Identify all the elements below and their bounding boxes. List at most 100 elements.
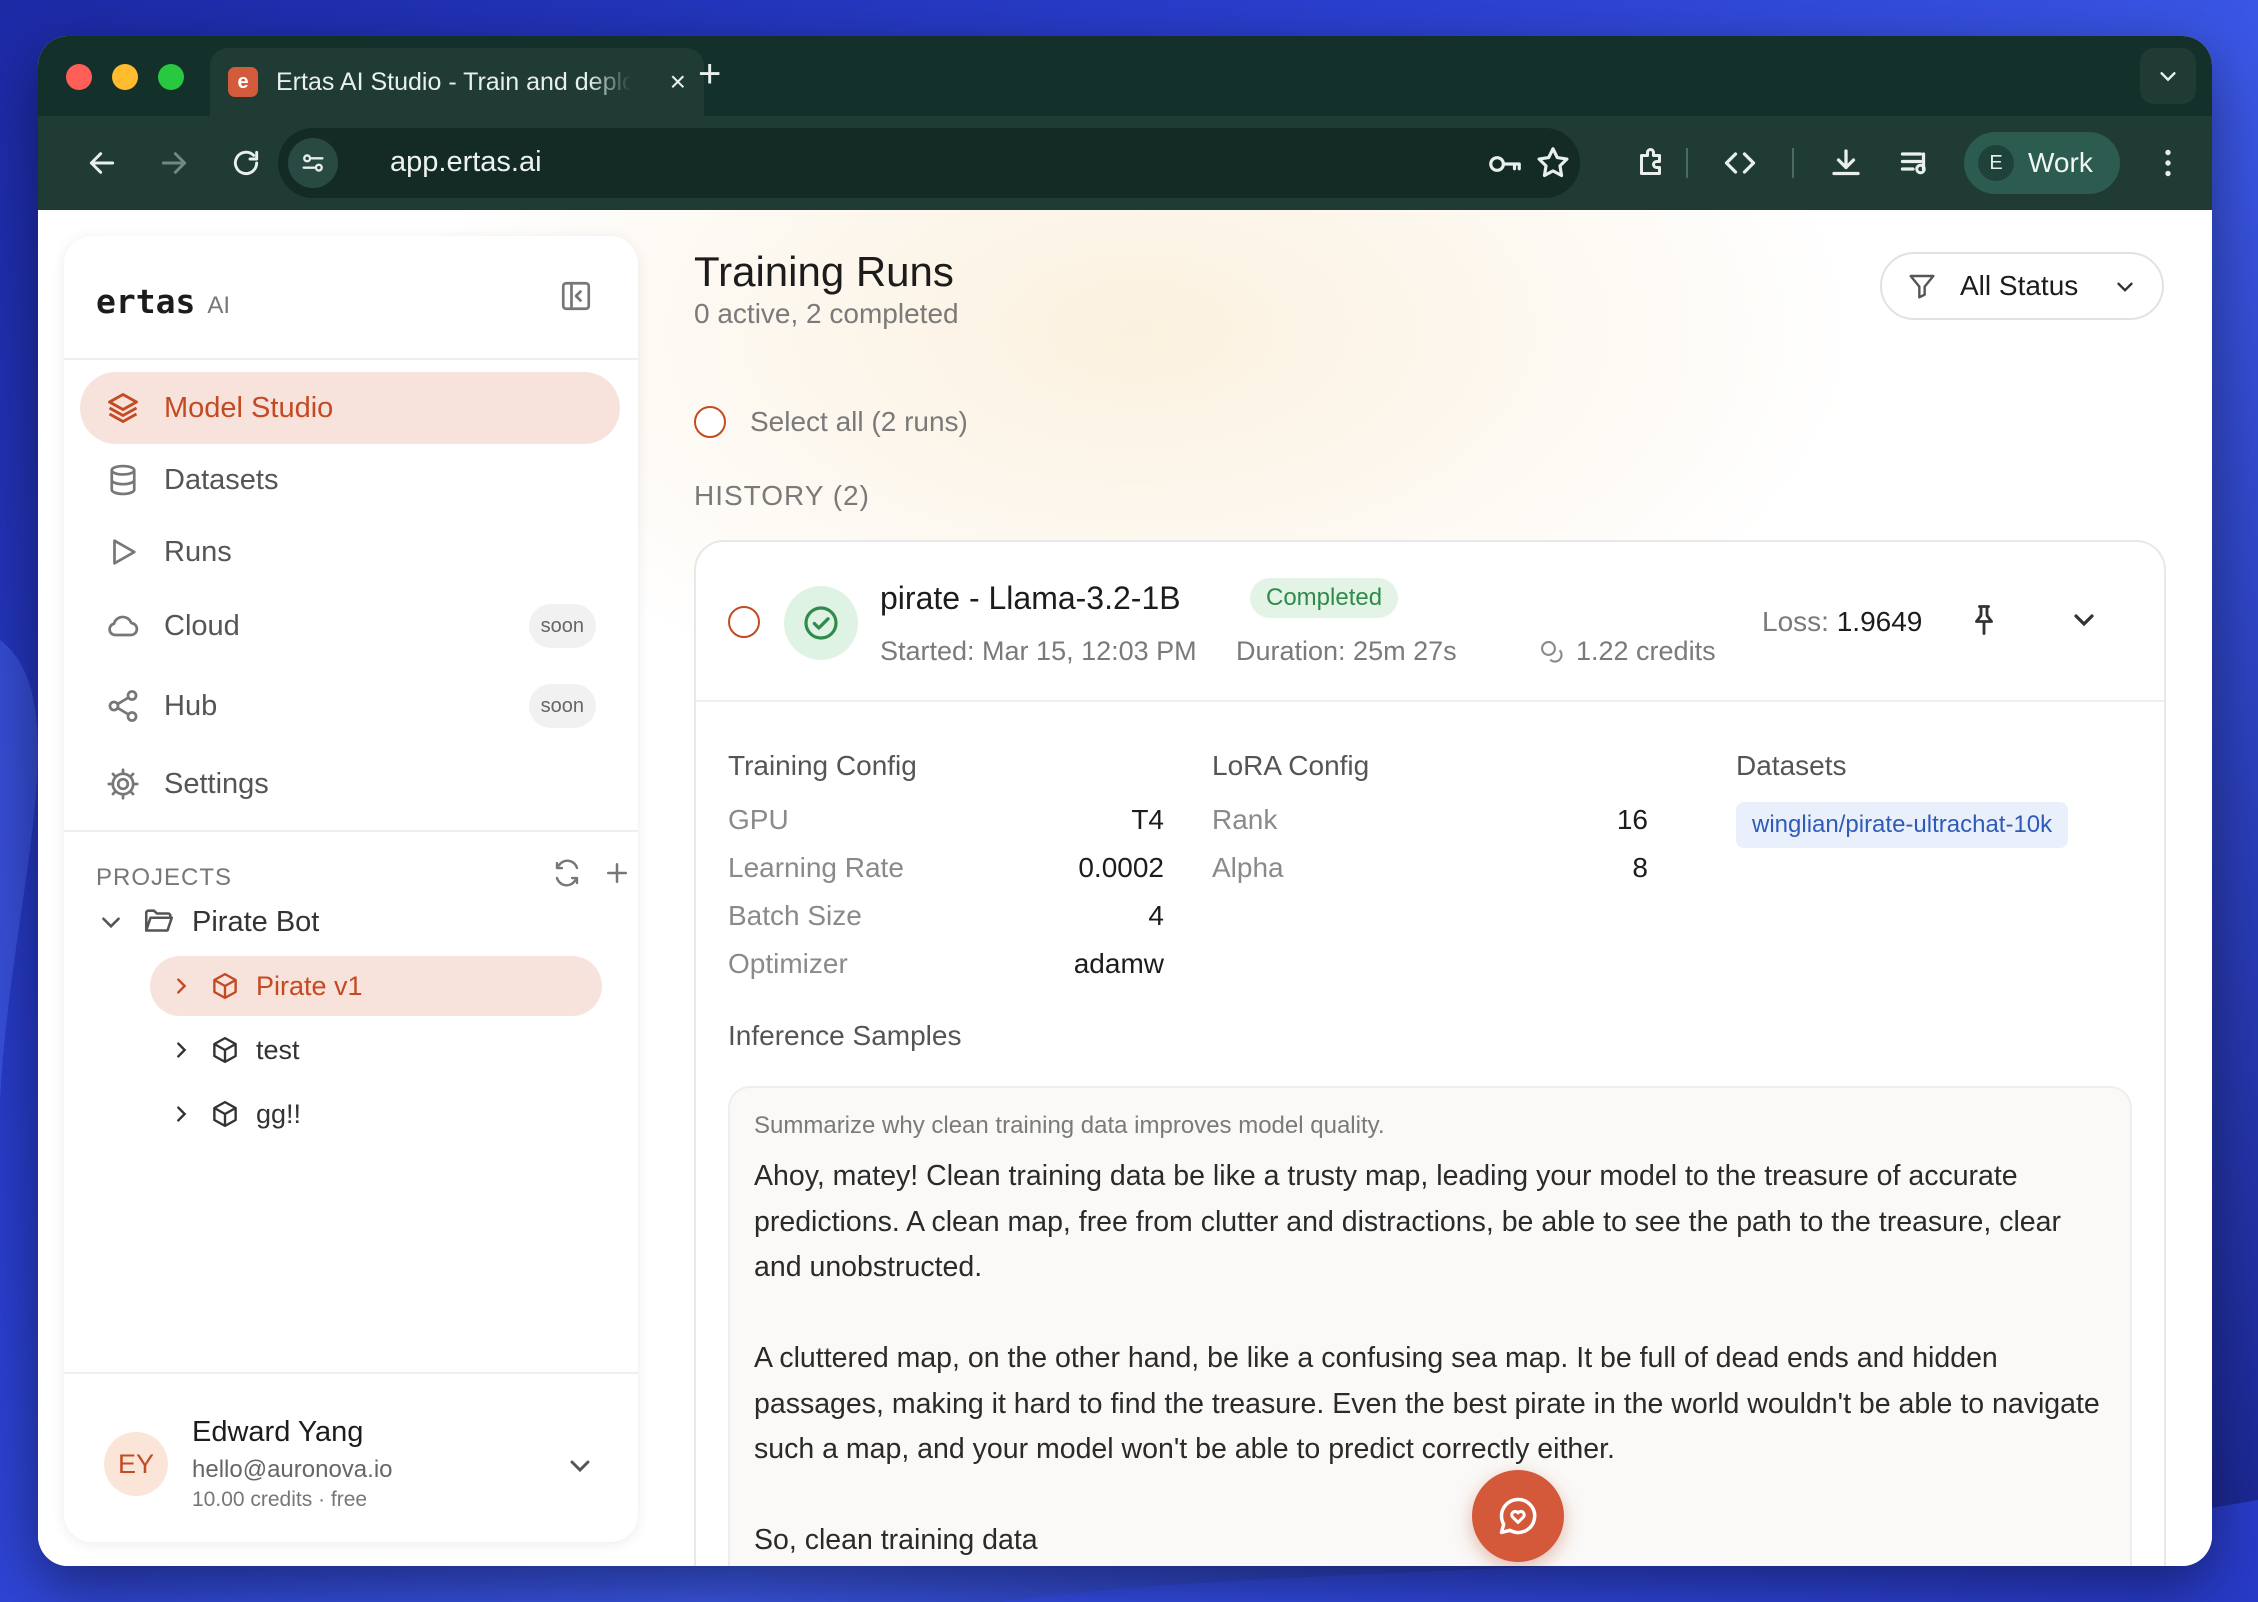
- user-avatar: EY: [104, 1432, 168, 1496]
- select-all-runs[interactable]: Select all (2 runs): [694, 406, 968, 438]
- projects-header: PROJECTS: [96, 864, 233, 891]
- tab-bar: e Ertas AI Studio - Train and deploy × +: [38, 36, 2212, 116]
- chevron-right-icon: [177, 978, 187, 994]
- user-name: Edward Yang: [192, 1416, 364, 1448]
- forward-button[interactable]: [154, 143, 194, 183]
- user-account-menu[interactable]: EY Edward Yang hello@auronova.io 10.00 c…: [64, 1372, 638, 1542]
- support-chat-button[interactable]: [1472, 1470, 1564, 1562]
- inference-response-paragraph: So, clean training data: [754, 1524, 1038, 1556]
- history-section-label: HISTORY (2): [694, 480, 870, 511]
- more-vertical-icon: [2165, 149, 2171, 177]
- run-card-header[interactable]: pirate - Llama-3.2-1B Completed Started:…: [696, 542, 2164, 702]
- run-credits: 1.22 credits: [1538, 636, 1716, 667]
- chevron-down-icon: [2117, 282, 2133, 292]
- nav-label: Cloud: [164, 609, 240, 642]
- chat-heart-icon: [1499, 1497, 1537, 1535]
- nav-item-model-studio[interactable]: Model Studio: [80, 372, 620, 444]
- play-icon: [104, 533, 142, 571]
- nav-item-hub[interactable]: Hub soon: [80, 670, 620, 742]
- address-bar[interactable]: app.ertas.ai: [278, 128, 1580, 198]
- devtools-button[interactable]: [1720, 143, 1760, 183]
- brand-logo: ertas AI: [96, 282, 230, 321]
- run-loss: Loss: 1.9649: [1762, 606, 1922, 638]
- dataset-chip[interactable]: winglian/pirate-ultrachat-10k: [1736, 802, 2069, 848]
- user-email: hello@auronova.io: [192, 1456, 393, 1483]
- pin-run-button[interactable]: [1966, 602, 2002, 638]
- coins-icon: [1541, 640, 1563, 662]
- extensions-button[interactable]: [1632, 143, 1672, 183]
- browser-tab-active[interactable]: e Ertas AI Studio - Train and deploy ×: [210, 48, 704, 116]
- loss-label: Loss:: [1762, 606, 1829, 637]
- profile-button[interactable]: E Work: [1964, 132, 2120, 194]
- project-item-pirate-v1[interactable]: Pirate v1: [150, 956, 602, 1016]
- chevron-right-icon: [177, 1106, 187, 1122]
- browser-menu-button[interactable]: [2148, 143, 2188, 183]
- nav-label: Settings: [164, 767, 269, 800]
- inference-sample-box: Summarize why clean training data improv…: [728, 1086, 2132, 1566]
- bookmark-star-icon[interactable]: [1534, 144, 1572, 187]
- nav-item-datasets[interactable]: Datasets: [80, 444, 620, 516]
- config-value: 0.0002: [1078, 852, 1164, 883]
- lora-row-rank: Rank 16: [1212, 804, 1648, 844]
- chevron-down-icon[interactable]: [564, 1450, 596, 1482]
- media-controls-button[interactable]: [1896, 143, 1936, 183]
- database-icon: [104, 461, 142, 499]
- nav-item-settings[interactable]: Settings: [80, 748, 620, 820]
- run-started: Started: Mar 15, 12:03 PM: [880, 636, 1197, 666]
- browser-toolbar: app.ertas.ai E Work: [38, 116, 2212, 210]
- chevron-down-icon: [2160, 72, 2176, 82]
- tune-icon: [302, 154, 324, 172]
- config-row-optimizer: Optimizer adamw: [728, 948, 1164, 988]
- site-settings-button[interactable]: [288, 138, 338, 188]
- tab-close-icon[interactable]: ×: [670, 68, 686, 96]
- minimize-window-button[interactable]: [112, 64, 138, 90]
- back-button[interactable]: [82, 143, 122, 183]
- new-tab-button[interactable]: +: [698, 54, 721, 94]
- select-all-radio[interactable]: [694, 406, 726, 438]
- config-row-batch-size: Batch Size 4: [728, 900, 1164, 940]
- close-window-button[interactable]: [66, 64, 92, 90]
- soon-badge: soon: [528, 604, 596, 648]
- zoom-window-button[interactable]: [158, 64, 184, 90]
- config-value: 4: [1148, 900, 1164, 931]
- password-key-icon[interactable]: [1486, 145, 1524, 188]
- profile-avatar: E: [1978, 145, 2014, 181]
- training-config-title: Training Config: [728, 750, 917, 781]
- config-row-learning-rate: Learning Rate 0.0002: [728, 852, 1164, 892]
- collapse-run-button[interactable]: [2068, 604, 2100, 636]
- project-item-label: gg!!: [256, 1098, 302, 1129]
- status-badge: Completed: [1250, 578, 1399, 618]
- reload-button[interactable]: [226, 143, 266, 183]
- page-subtitle: 0 active, 2 completed: [694, 298, 959, 329]
- refresh-icon: [555, 859, 579, 887]
- nav-label: Hub: [164, 689, 218, 722]
- config-row-gpu: GPU T4: [728, 804, 1164, 844]
- puzzle-icon: [1640, 148, 1661, 175]
- inference-response-paragraph: A cluttered map, on the other hand, be l…: [754, 1342, 2100, 1465]
- status-filter-label: All Status: [1960, 270, 2079, 301]
- status-filter-dropdown[interactable]: All Status: [1880, 252, 2164, 320]
- collapse-sidebar-button[interactable]: [558, 278, 594, 314]
- lora-row-alpha: Alpha 8: [1212, 852, 1648, 892]
- cube-icon: [213, 1036, 237, 1064]
- training-run-card: pirate - Llama-3.2-1B Completed Started:…: [694, 540, 2166, 1566]
- config-value: adamw: [1073, 948, 1164, 979]
- lora-config-title: LoRA Config: [1212, 750, 1370, 781]
- project-item-gg[interactable]: gg!!: [170, 1084, 301, 1144]
- project-folder-pirate-bot[interactable]: Pirate Bot: [98, 892, 319, 952]
- add-project-button[interactable]: [602, 858, 636, 892]
- queue-music-icon: [1900, 152, 1926, 175]
- nav-item-runs[interactable]: Runs: [80, 516, 620, 588]
- downloads-button[interactable]: [1826, 143, 1866, 183]
- chevron-down-icon: [102, 917, 120, 929]
- project-item-test[interactable]: test: [170, 1020, 300, 1080]
- nav-label: Model Studio: [164, 391, 334, 424]
- nav-item-cloud[interactable]: Cloud soon: [80, 590, 620, 662]
- run-select-radio[interactable]: [728, 606, 760, 638]
- url-text: app.ertas.ai: [390, 146, 542, 178]
- tab-search-button[interactable]: [2140, 48, 2196, 104]
- config-key: Learning Rate: [728, 852, 904, 883]
- project-folder-label: Pirate Bot: [192, 905, 320, 938]
- refresh-projects-button[interactable]: [552, 858, 586, 892]
- cube-icon: [213, 972, 237, 1000]
